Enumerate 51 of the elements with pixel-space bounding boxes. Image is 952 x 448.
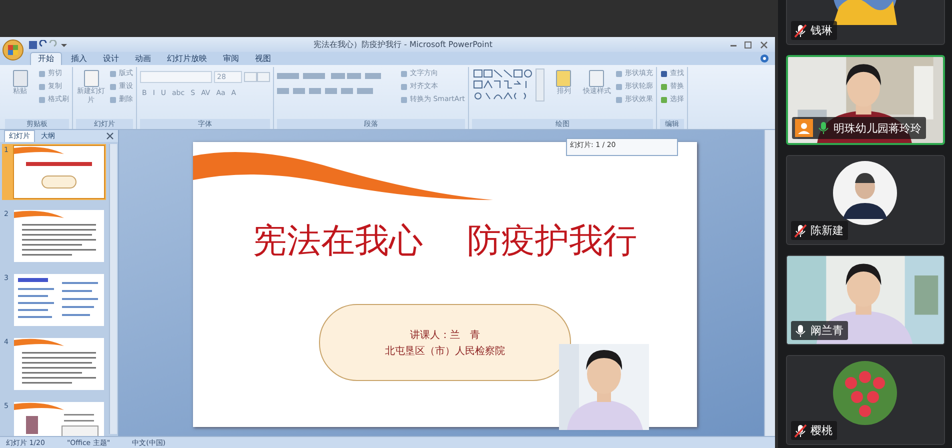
command-icon [39,84,45,90]
quick-access-icons[interactable] [28,40,68,50]
scrollbar[interactable] [764,130,775,436]
help-icon [760,54,769,63]
participant-name: 樱桃 [810,423,832,438]
speaker-text: 讲课人：兰 青 [410,328,480,342]
command-icon [110,70,116,76]
close-icon [106,132,114,140]
slide-title: 宪法在我心 [253,220,423,263]
ribbon-tab[interactable]: 开始 [30,52,62,65]
participant-name: 钱琳 [810,23,832,38]
font-field[interactable] [140,71,212,83]
command-icon [84,70,98,87]
window-title: 宪法在我心）防疫护我行 - Microsoft PowerPoint [312,39,494,50]
slide-thumbnail[interactable] [14,338,104,390]
ribbon-tab[interactable]: 幻灯片放映 [160,53,214,65]
command-icon [616,70,622,76]
slide-thumbnail[interactable] [14,146,104,198]
command-icon [110,84,116,90]
ribbon-tab[interactable]: 动画 [128,53,158,65]
command-icon [39,96,45,102]
command-icon [110,96,116,102]
organization-text: 北屯垦区（市）人民检察院 [385,344,505,358]
scrollbar[interactable] [109,144,117,434]
minimize-icon [730,44,737,46]
command-icon [660,84,667,90]
ribbon-tab[interactable]: 审阅 [216,53,246,65]
ribbon-tab[interactable]: 设计 [96,53,126,65]
command-icon [401,70,407,76]
shapes-gallery-icon [472,68,546,102]
close-icon [759,40,769,48]
maximize-icon [743,40,753,48]
ribbon-tab[interactable]: 视图 [248,53,278,65]
participant-name: 陈新建 [810,223,844,238]
participant-name: 明珠幼儿园蒋玲玲 [834,120,922,136]
command-icon [401,84,407,90]
command-icon [660,70,667,76]
command-icon [401,96,407,102]
command-icon [556,70,572,87]
command-icon [12,70,28,87]
slide-thumbnail[interactable] [14,210,104,262]
ribbon-tab[interactable]: 插入 [64,53,94,65]
font-grow-shrink-icon [244,72,270,82]
slide-thumbnail[interactable] [14,274,104,326]
participant-name: 阚兰青 [810,323,844,338]
command-icon [39,70,45,76]
command-icon [589,70,604,87]
command-icon [660,96,667,102]
command-icon [616,84,622,90]
slide-title: 防疫护我行 [467,220,637,263]
command-icon [616,96,622,102]
